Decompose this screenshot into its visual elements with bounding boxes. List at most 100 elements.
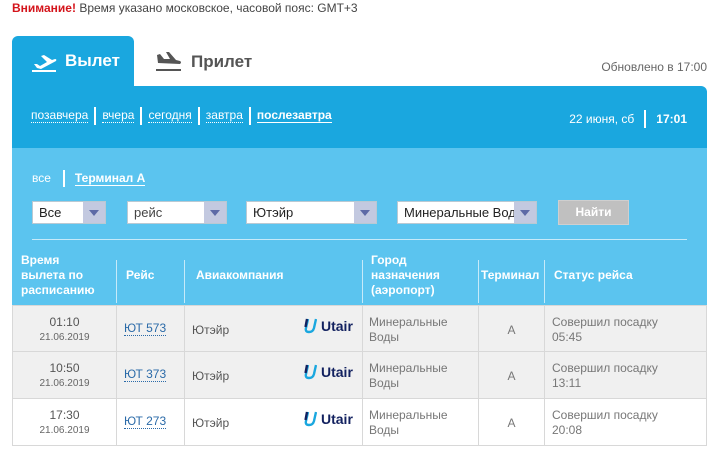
column-header-terminal: Терминал bbox=[481, 267, 540, 282]
flight-status-text: Совершил посадку bbox=[552, 315, 658, 329]
flight-status-text: Совершил посадку bbox=[552, 361, 658, 375]
current-time: 17:01 bbox=[656, 112, 687, 126]
scheduled-time: 17:30 bbox=[49, 408, 80, 422]
flight-select[interactable]: рейс bbox=[127, 201, 227, 224]
destination-city-line: Воды bbox=[369, 330, 400, 344]
scheduled-date: 21.06.2019 bbox=[39, 425, 90, 436]
table-row: 17:30 21.06.2019 ЮТ 273 Ютэйр Utair Мине… bbox=[12, 399, 707, 446]
destination-city-line: Минеральные bbox=[369, 408, 448, 422]
search-button[interactable]: Найти bbox=[558, 200, 629, 225]
day-link-today[interactable]: сегодня bbox=[148, 109, 192, 123]
destination-city: Минеральные Воды bbox=[369, 408, 469, 438]
column-header-city: Город назначения (аэропорт) bbox=[371, 245, 476, 305]
airline-logo: Utair bbox=[303, 318, 353, 334]
flight-status-text: Совершил посадку bbox=[552, 408, 658, 422]
flights-table: 01:10 21.06.2019 ЮТ 573 Ютэйр Utair Мине… bbox=[12, 305, 707, 446]
scheduled-time: 01:10 bbox=[49, 315, 80, 329]
tab-departure-label: Вылет bbox=[65, 51, 120, 70]
destination-city: Минеральные Воды bbox=[369, 361, 469, 391]
scheduled-time-cell: 10:50 21.06.2019 bbox=[13, 352, 117, 398]
table-header: Время вылета по расписанию Рейс Авиакомп… bbox=[12, 245, 707, 305]
airline-name: Ютэйр bbox=[192, 323, 230, 337]
airline-name: Ютэйр bbox=[192, 416, 230, 430]
notice-warning-label: Внимание! bbox=[12, 1, 76, 15]
divider bbox=[32, 239, 687, 240]
terminal-cell: A bbox=[479, 306, 545, 352]
divider bbox=[478, 260, 479, 303]
airline-cell: Ютэйр Utair bbox=[185, 352, 363, 398]
terminal-value: A bbox=[507, 369, 516, 383]
airline-logo: Utair bbox=[303, 364, 353, 380]
destination-city-line: Воды bbox=[369, 423, 400, 437]
terminal-filter-a[interactable]: Терминал А bbox=[74, 171, 146, 186]
flight-number-link[interactable]: ЮТ 573 bbox=[124, 322, 167, 336]
destination-city-line: Воды bbox=[369, 376, 400, 390]
updated-time: Обновлено в 17:00 bbox=[601, 60, 707, 74]
flight-status: Совершил посадку 05:45 bbox=[552, 315, 658, 345]
city-select-value: Минеральные Воды bbox=[404, 205, 516, 220]
destination-city-line: Минеральные bbox=[369, 315, 448, 329]
current-date-time: 22 июня, сб 17:01 bbox=[569, 110, 687, 128]
terminal-filter-all[interactable]: все bbox=[32, 172, 51, 185]
divider bbox=[116, 260, 117, 303]
day-link-tomorrow[interactable]: завтра bbox=[205, 109, 243, 123]
flight-cell: ЮТ 573 bbox=[117, 306, 185, 352]
terminal-select[interactable]: Все bbox=[32, 201, 106, 224]
destination-cell: Минеральные Воды bbox=[363, 306, 479, 352]
filter-panel: все Терминал А Все рейс Ютэйр Минеральны… bbox=[12, 148, 707, 308]
destination-city: Минеральные Воды bbox=[369, 315, 469, 345]
column-header-time-line: Время bbox=[21, 252, 60, 267]
utair-logo-icon bbox=[304, 411, 317, 427]
airline-logo-text: Utair bbox=[321, 318, 353, 334]
flight-number-link[interactable]: ЮТ 373 bbox=[124, 368, 167, 382]
airline-cell: Ютэйр Utair bbox=[185, 306, 363, 352]
terminal-cell: A bbox=[479, 352, 545, 398]
chevron-down-icon[interactable] bbox=[514, 202, 536, 223]
flight-status: Совершил посадку 20:08 bbox=[552, 408, 658, 438]
divider bbox=[197, 107, 200, 125]
flight-status-time: 20:08 bbox=[552, 423, 583, 437]
flight-select-value: рейс bbox=[134, 205, 163, 220]
chevron-down-icon[interactable] bbox=[83, 202, 105, 223]
column-header-flight: Рейс bbox=[126, 267, 155, 282]
airline-cell: Ютэйр Utair bbox=[185, 399, 363, 445]
column-header-city-line: (аэропорт) bbox=[371, 282, 435, 297]
chevron-down-icon[interactable] bbox=[354, 202, 376, 223]
airline-logo-text: Utair bbox=[321, 364, 353, 380]
destination-cell: Минеральные Воды bbox=[363, 399, 479, 445]
flight-number-link[interactable]: ЮТ 273 bbox=[124, 415, 167, 429]
terminal-select-value: Все bbox=[39, 205, 62, 220]
tab-departure[interactable]: Вылет bbox=[12, 36, 134, 86]
divider bbox=[94, 107, 97, 125]
chevron-down-icon[interactable] bbox=[204, 202, 226, 223]
scheduled-date: 21.06.2019 bbox=[39, 332, 90, 343]
divider bbox=[248, 107, 251, 125]
day-link-yesterday[interactable]: вчера bbox=[102, 109, 135, 123]
column-header-time-line: вылета по bbox=[21, 267, 84, 282]
flight-cell: ЮТ 373 bbox=[117, 352, 185, 398]
divider bbox=[644, 110, 647, 128]
column-header-city-line: Город bbox=[371, 252, 407, 267]
utair-logo-icon bbox=[304, 364, 317, 380]
destination-cell: Минеральные Воды bbox=[363, 352, 479, 398]
plane-takeoff-icon bbox=[32, 55, 57, 72]
scheduled-date: 21.06.2019 bbox=[39, 378, 90, 389]
airline-select[interactable]: Ютэйр bbox=[246, 201, 377, 224]
city-select[interactable]: Минеральные Воды bbox=[397, 201, 537, 224]
tab-arrival-label: Прилет bbox=[191, 52, 253, 71]
table-row: 10:50 21.06.2019 ЮТ 373 Ютэйр Utair Мине… bbox=[12, 352, 707, 399]
column-header-status: Статус рейса bbox=[554, 267, 633, 282]
status-cell: Совершил посадку 05:45 bbox=[545, 306, 706, 352]
flight-status-time: 13:11 bbox=[552, 376, 582, 390]
scheduled-time-cell: 17:30 21.06.2019 bbox=[13, 399, 117, 445]
day-selector-bar: позавчера вчера сегодня завтра послезавт… bbox=[12, 86, 707, 148]
airline-select-value: Ютэйр bbox=[253, 205, 294, 220]
day-link-day-after-tomorrow[interactable]: послезавтра bbox=[256, 109, 332, 123]
divider bbox=[184, 260, 185, 303]
day-link-day-before-yesterday[interactable]: позавчера bbox=[31, 109, 89, 123]
column-header-time-line: расписанию bbox=[21, 282, 95, 297]
flight-status: Совершил посадку 13:11 bbox=[552, 361, 658, 391]
timezone-notice: Внимание! Время указано московское, часо… bbox=[12, 1, 358, 15]
utair-logo-icon bbox=[304, 318, 317, 334]
divider bbox=[140, 107, 143, 125]
